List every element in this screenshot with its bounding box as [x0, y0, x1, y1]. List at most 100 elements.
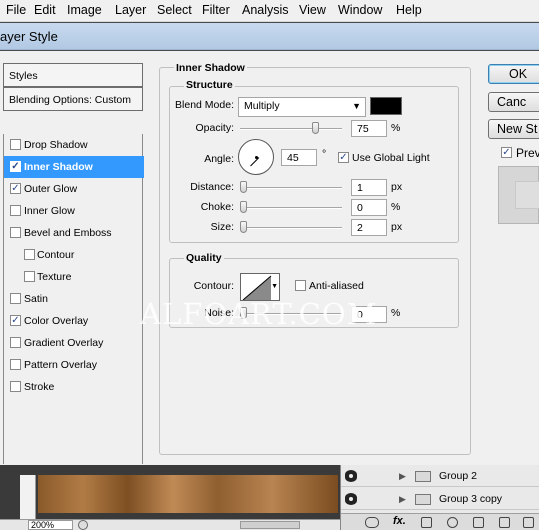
menu-bar: File Edit Image Layer Select Filter Anal…: [0, 0, 539, 22]
opacity-input[interactable]: 75: [351, 120, 387, 137]
new-group-icon[interactable]: [473, 517, 484, 528]
style-texture[interactable]: Texture: [4, 266, 144, 288]
dialog-title: ayer Style: [0, 29, 58, 44]
checkbox[interactable]: [10, 205, 21, 216]
fx-icon[interactable]: fx.: [393, 515, 406, 527]
status-menu-icon[interactable]: [78, 520, 88, 530]
distance-slider[interactable]: [240, 181, 342, 193]
zoom-level[interactable]: 200%: [28, 520, 73, 530]
eye-icon[interactable]: [345, 493, 357, 505]
style-color-overlay[interactable]: ✓ Color Overlay: [4, 310, 144, 332]
distance-input[interactable]: 1: [351, 179, 387, 196]
checkbox[interactable]: ✓: [10, 183, 21, 194]
preview-swatch: [498, 166, 539, 224]
menu-image[interactable]: Image: [67, 3, 102, 17]
opacity-slider-thumb[interactable]: [312, 122, 319, 134]
angle-dial[interactable]: [238, 139, 274, 175]
delete-layer-icon[interactable]: [523, 517, 534, 528]
style-label: Bevel and Emboss: [24, 227, 112, 239]
checkbox[interactable]: [10, 293, 21, 304]
style-outer-glow[interactable]: ✓ Outer Glow: [4, 178, 144, 200]
expand-triangle-icon[interactable]: ▶: [399, 494, 406, 505]
menu-select[interactable]: Select: [157, 3, 192, 17]
new-style-button[interactable]: New St: [488, 119, 539, 139]
style-pattern-overlay[interactable]: Pattern Overlay: [4, 354, 144, 376]
antialiased-checkbox[interactable]: [295, 280, 306, 291]
choke-label: Choke:: [200, 201, 234, 213]
choke-input[interactable]: 0: [351, 199, 387, 216]
checkbox[interactable]: [10, 139, 21, 150]
style-label: Satin: [24, 293, 48, 305]
menu-view[interactable]: View: [299, 3, 326, 17]
menu-file[interactable]: File: [6, 3, 26, 17]
preview-label: Prev: [516, 146, 539, 160]
style-label: Outer Glow: [24, 183, 78, 195]
choke-slider[interactable]: [240, 201, 342, 213]
style-label: Drop Shadow: [24, 139, 88, 151]
cancel-button[interactable]: Canc: [488, 92, 539, 112]
adjustment-layer-icon[interactable]: [447, 517, 458, 528]
horizontal-scrollbar[interactable]: [240, 521, 300, 529]
size-slider[interactable]: [240, 221, 342, 233]
opacity-slider[interactable]: [240, 122, 342, 134]
expand-triangle-icon[interactable]: ▶: [399, 471, 406, 482]
inner-shadow-title: Inner Shadow: [174, 62, 247, 74]
menu-edit[interactable]: Edit: [34, 3, 56, 17]
dialog-titlebar[interactable]: ayer Style: [0, 23, 539, 50]
add-mask-icon[interactable]: [421, 517, 432, 528]
blend-mode-value: Multiply: [244, 100, 280, 112]
blend-mode-select[interactable]: Multiply ▼: [238, 97, 366, 117]
style-gradient-overlay[interactable]: Gradient Overlay: [4, 332, 144, 354]
folder-icon: [415, 494, 431, 505]
style-drop-shadow[interactable]: Drop Shadow: [4, 134, 144, 156]
shadow-color-swatch[interactable]: [370, 97, 402, 115]
eye-icon[interactable]: [345, 470, 357, 482]
layer-name: Group 3 copy: [439, 493, 503, 505]
opacity-label: Opacity:: [195, 122, 234, 134]
choke-unit: %: [391, 201, 401, 213]
ok-button[interactable]: OK: [488, 64, 539, 84]
workspace-bottom: 200% ▶ Group 2 ▶ Group 3 copy fx.: [0, 465, 539, 530]
style-satin[interactable]: Satin: [4, 288, 144, 310]
checkbox[interactable]: [24, 271, 35, 282]
angle-input[interactable]: 45: [281, 149, 317, 166]
vertical-ruler: [20, 475, 36, 519]
menu-help[interactable]: Help: [396, 3, 422, 17]
layer-style-dialog: Styles Blending Options: Custom Drop Sha…: [0, 51, 539, 465]
menu-analysis[interactable]: Analysis: [242, 3, 289, 17]
new-layer-icon[interactable]: [499, 517, 510, 528]
global-light-checkbox[interactable]: ✓: [338, 152, 349, 163]
style-label: Contour: [37, 249, 75, 261]
checkbox[interactable]: [24, 249, 35, 260]
layer-row[interactable]: ▶ Group 3 copy: [341, 488, 539, 510]
layer-name: Group 2: [439, 470, 477, 482]
contour-label: Contour:: [193, 280, 234, 292]
style-inner-shadow[interactable]: ✓ Inner Shadow: [4, 156, 144, 178]
chevron-down-icon: ▼: [271, 283, 278, 290]
menu-filter[interactable]: Filter: [202, 3, 230, 17]
menu-layer[interactable]: Layer: [115, 3, 146, 17]
link-layers-icon[interactable]: [365, 517, 379, 528]
styles-header[interactable]: Styles: [3, 63, 143, 87]
layer-row[interactable]: ▶ Group 2: [341, 465, 539, 487]
checkbox[interactable]: [10, 381, 21, 392]
checkbox[interactable]: ✓: [10, 161, 21, 172]
size-slider-thumb[interactable]: [240, 221, 247, 233]
style-contour[interactable]: Contour: [4, 244, 144, 266]
canvas-wood-texture[interactable]: [38, 475, 338, 513]
checkbox[interactable]: ✓: [10, 315, 21, 326]
style-inner-glow[interactable]: Inner Glow: [4, 200, 144, 222]
size-unit: px: [391, 221, 403, 233]
preview-checkbox[interactable]: ✓: [501, 147, 512, 158]
size-input[interactable]: 2: [351, 219, 387, 236]
menu-window[interactable]: Window: [338, 3, 382, 17]
checkbox[interactable]: [10, 227, 21, 238]
blending-options[interactable]: Blending Options: Custom: [3, 87, 143, 111]
checkbox[interactable]: [10, 337, 21, 348]
distance-slider-thumb[interactable]: [240, 181, 247, 193]
style-bevel-emboss[interactable]: Bevel and Emboss: [4, 222, 144, 244]
choke-slider-thumb[interactable]: [240, 201, 247, 213]
style-stroke[interactable]: Stroke: [4, 376, 144, 398]
style-label: Inner Glow: [24, 205, 75, 217]
checkbox[interactable]: [10, 359, 21, 370]
